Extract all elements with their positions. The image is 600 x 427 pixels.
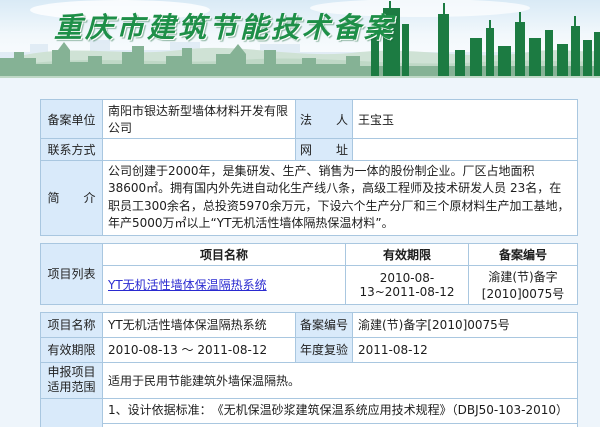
page-title: 重庆市建筑节能技术备案 (54, 6, 395, 46)
legal-person-value: 王宝玉 (353, 100, 578, 139)
project-filing-no-cell: 渝建(节)备字[2010]0075号 (469, 265, 578, 304)
column-header-filing-no: 备案编号 (469, 243, 578, 265)
table-row: 有效期限 2010-08-13 ～ 2011-08-12 年度复验 2011-0… (41, 337, 578, 362)
website-label: 网 址 (296, 139, 353, 161)
table-row: 申报项目 适用范围 适用于民用节能建筑外墙保温隔热。 (41, 362, 578, 398)
legal-person-label: 法 人 (296, 100, 353, 139)
project-validity-cell: 2010-08-13~2011-08-12 (346, 265, 469, 304)
contact-label: 联系方式 (41, 139, 103, 161)
validity-label: 有效期限 (41, 337, 103, 362)
project-name-label: 项目名称 (41, 312, 103, 337)
table-row: 项目名称 YT无机活性墙体保温隔热系统 备案编号 渝建(节)备字[2010]00… (41, 312, 578, 337)
table-row: YT无机活性墙体保温隔热系统 2010-08-13~2011-08-12 渝建(… (41, 265, 578, 304)
validity-value: 2010-08-13 ～ 2011-08-12 (103, 337, 296, 362)
column-header-validity: 有效期限 (346, 243, 469, 265)
table-row: 项目列表 项目名称 有效期限 备案编号 (41, 243, 578, 265)
page: 重庆市建筑节能技术备案 备案单位 南阳市银达新型墙体材料开发有限公司 法 人 王… (0, 0, 600, 427)
scope-label-line1: 申报项目 (43, 365, 100, 381)
table-row: 备案单位 南阳市银达新型墙体材料开发有限公司 法 人 王宝玉 (41, 100, 578, 139)
company-info-table: 备案单位 南阳市银达新型墙体材料开发有限公司 法 人 王宝玉 联系方式 网 址 … (40, 99, 578, 236)
scope-value: 适用于民用节能建筑外墙保温隔热。 (103, 362, 578, 398)
project-detail-table: 项目名称 YT无机活性墙体保温隔热系统 备案编号 渝建(节)备字[2010]00… (40, 312, 578, 427)
table-row: 申报项目 执行标准 1、设计依据标准： 《无机保温砂浆建筑保温系统应用技术规程》… (41, 398, 578, 423)
website-value (353, 139, 578, 161)
filing-no-label: 备案编号 (296, 312, 353, 337)
annual-review-label: 年度复验 (296, 337, 353, 362)
scope-label: 申报项目 适用范围 (41, 362, 103, 398)
company-intro: 公司创建于2000年，是集研发、生产、销售为一体的股份制企业。厂区占地面积386… (103, 161, 578, 236)
banner: 重庆市建筑节能技术备案 (0, 0, 600, 78)
standard-item-2: 2、施工依据标准： 《无机保温砂浆建筑保温系统应用技术规程》（DBJ50-103… (103, 423, 578, 427)
annual-review-value: 2011-08-12 (353, 337, 578, 362)
table-row: 简 介 公司创建于2000年，是集研发、生产、销售为一体的股份制企业。厂区占地面… (41, 161, 578, 236)
intro-label: 简 介 (41, 161, 103, 236)
project-name-value: YT无机活性墙体保温隔热系统 (103, 312, 296, 337)
column-header-project-name: 项目名称 (103, 243, 346, 265)
contact-value (103, 139, 296, 161)
scope-label-line2: 适用范围 (43, 380, 100, 396)
project-list-table: 项目列表 项目名称 有效期限 备案编号 YT无机活性墙体保温隔热系统 2010-… (40, 243, 578, 305)
project-name-cell: YT无机活性墙体保温隔热系统 (103, 265, 346, 304)
filing-no-value: 渝建(节)备字[2010]0075号 (353, 312, 578, 337)
project-list-label: 项目列表 (41, 243, 103, 304)
standards-label: 申报项目 执行标准 (41, 398, 103, 427)
table-row: 2、施工依据标准： 《无机保温砂浆建筑保温系统应用技术规程》（DBJ50-103… (41, 423, 578, 427)
filing-unit-value: 南阳市银达新型墙体材料开发有限公司 (103, 100, 296, 139)
standard-item-1: 1、设计依据标准： 《无机保温砂浆建筑保温系统应用技术规程》（DBJ50-103… (103, 398, 578, 423)
project-link[interactable]: YT无机活性墙体保温隔热系统 (108, 278, 267, 292)
filing-unit-label: 备案单位 (41, 100, 103, 139)
content: 备案单位 南阳市银达新型墙体材料开发有限公司 法 人 王宝玉 联系方式 网 址 … (0, 78, 600, 427)
table-row: 联系方式 网 址 (41, 139, 578, 161)
